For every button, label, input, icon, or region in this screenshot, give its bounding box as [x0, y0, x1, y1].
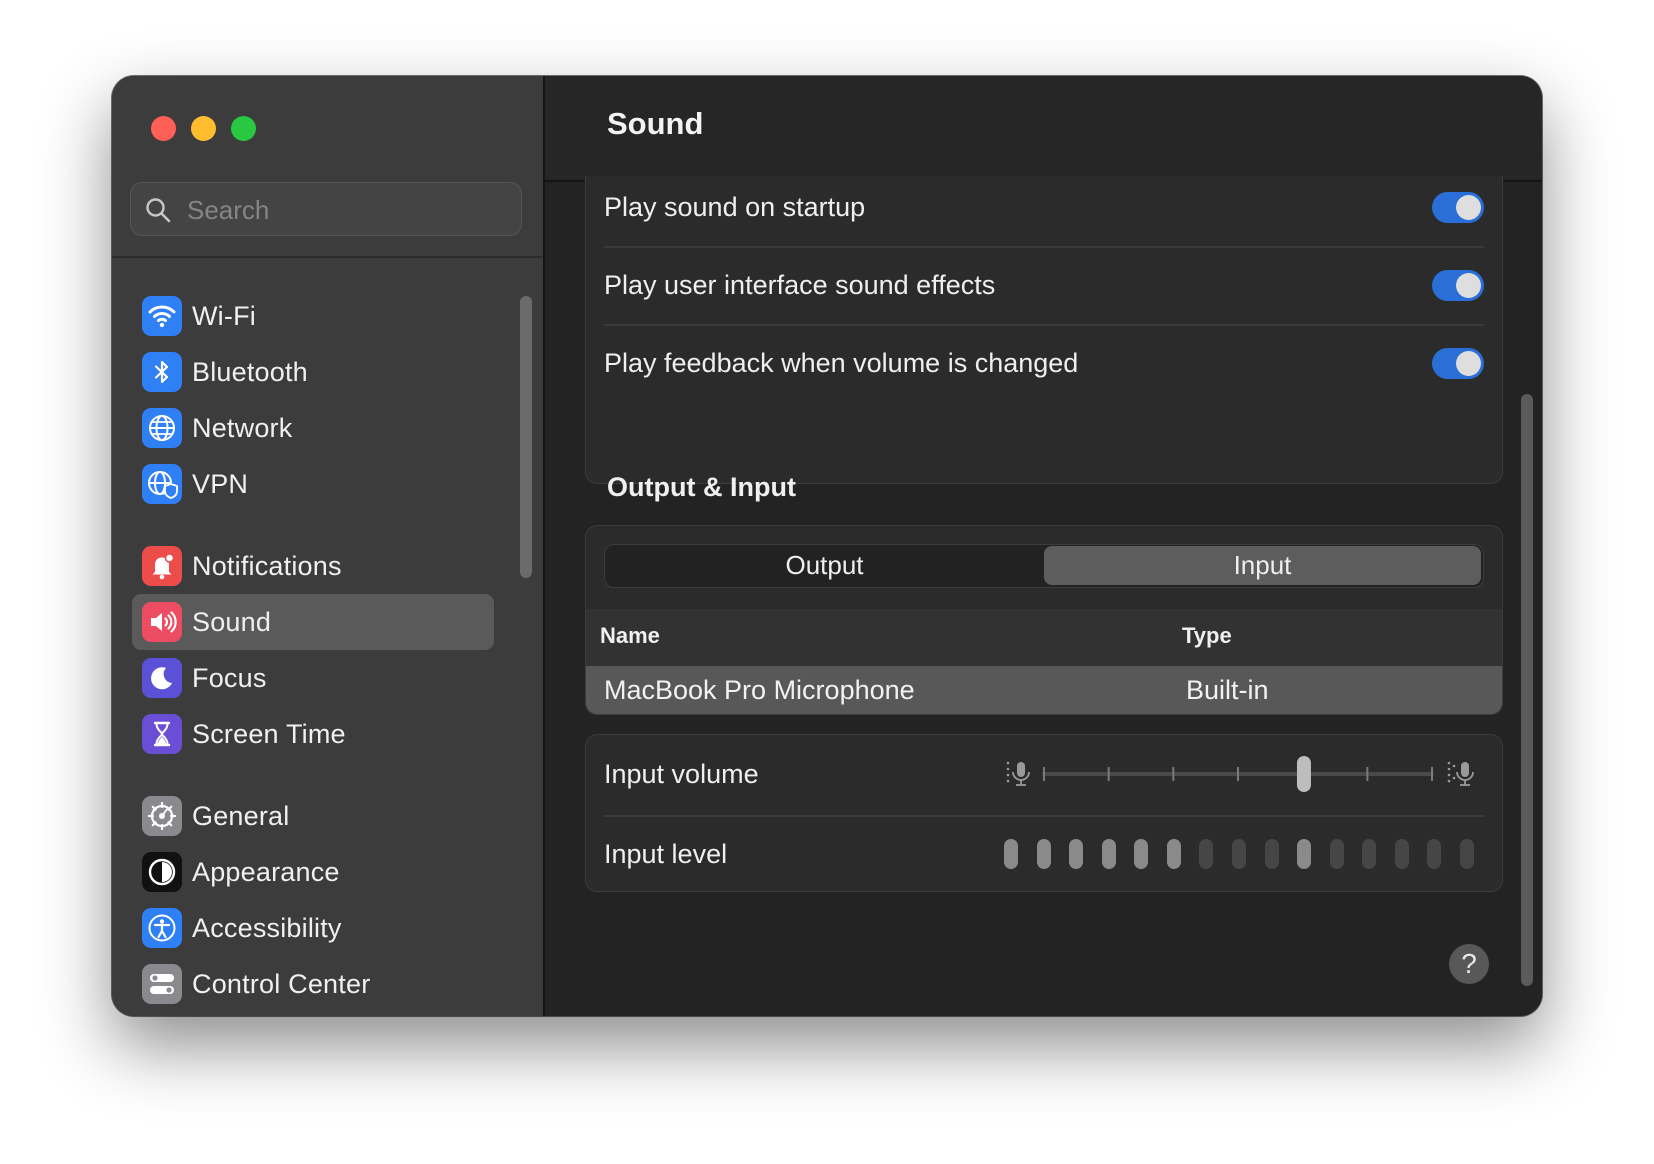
input-level-card: Input volume Input level — [585, 734, 1503, 892]
sidebar-item-sound[interactable]: Sound — [132, 594, 494, 650]
input-level-meter — [1004, 839, 1484, 869]
close-button[interactable] — [151, 116, 176, 141]
volume-feedback-row: Play feedback when volume is changed — [604, 324, 1484, 402]
sidebar: Wi-Fi Bluetooth — [112, 76, 545, 1016]
device-table-header: Name Type — [586, 609, 1502, 666]
ui-sound-effects-label: Play user interface sound effects — [604, 269, 996, 300]
sidebar-item-label: Accessibility — [192, 912, 342, 943]
sidebar-item-appearance[interactable]: Appearance — [132, 844, 494, 900]
level-bar — [1297, 839, 1312, 869]
search-input[interactable] — [185, 183, 509, 237]
column-header-name[interactable]: Name — [600, 623, 660, 649]
sidebar-item-label: General — [192, 800, 290, 831]
sidebar-item-control-center[interactable]: Control Center — [132, 956, 494, 1012]
level-bar — [1101, 839, 1116, 869]
startup-sound-label: Play sound on startup — [604, 191, 866, 222]
level-bar — [1231, 839, 1246, 869]
sidebar-item-focus[interactable]: Focus — [132, 650, 494, 706]
sidebar-list: Wi-Fi Bluetooth Network VPN Notification… — [132, 288, 494, 1012]
device-type: Built-in — [1186, 675, 1269, 705]
ui-sound-effects-row: Play user interface sound effects — [604, 246, 1484, 324]
sidebar-item-screen-time[interactable]: Screen Time — [132, 706, 494, 762]
sidebar-divider — [112, 256, 543, 258]
sidebar-item-label: Screen Time — [192, 718, 346, 749]
ui-sound-effects-toggle[interactable] — [1432, 269, 1484, 301]
sidebar-item-bluetooth[interactable]: Bluetooth — [132, 344, 494, 400]
bell-icon — [142, 546, 182, 586]
input-level-row: Input level — [604, 815, 1484, 893]
level-bar — [1004, 839, 1018, 869]
column-header-type[interactable]: Type — [1182, 623, 1232, 649]
level-bar — [1036, 839, 1051, 869]
sidebar-item-label: Notifications — [192, 550, 342, 581]
output-input-card: Output Input Name Type MacBook Pro Micro… — [585, 525, 1503, 715]
sidebar-item-label: VPN — [192, 468, 249, 499]
level-bar — [1329, 839, 1344, 869]
output-input-heading: Output & Input — [607, 472, 796, 502]
sidebar-item-notifications[interactable]: Notifications — [132, 538, 494, 594]
sidebar-item-label: Bluetooth — [192, 356, 308, 387]
speaker-icon — [142, 602, 182, 642]
input-volume-control — [1004, 754, 1484, 794]
appearance-icon — [142, 852, 182, 892]
sidebar-scrollbar[interactable] — [520, 296, 532, 578]
volume-feedback-toggle[interactable] — [1432, 347, 1484, 379]
control-center-icon — [142, 964, 182, 1004]
level-bar — [1459, 839, 1474, 869]
mic-high-icon — [1447, 761, 1474, 786]
sidebar-item-label: Sound — [192, 606, 272, 637]
level-bar — [1394, 839, 1409, 869]
startup-sound-row: Play sound on startup — [604, 168, 1484, 246]
sidebar-item-label: Control Center — [192, 968, 371, 999]
sidebar-item-label: Appearance — [192, 856, 340, 887]
moon-icon — [142, 658, 182, 698]
sidebar-item-network[interactable]: Network — [132, 400, 494, 456]
output-input-segmented-control: Output Input — [604, 544, 1484, 588]
vpn-globe-icon — [142, 464, 182, 504]
main-pane: Sound Play sound on startup Play user in… — [545, 76, 1542, 1016]
level-bar — [1134, 839, 1149, 869]
hourglass-icon — [142, 714, 182, 754]
bluetooth-icon — [142, 352, 182, 392]
tab-input[interactable]: Input — [1044, 546, 1481, 585]
zoom-button[interactable] — [231, 116, 256, 141]
level-bar — [1427, 839, 1442, 869]
accessibility-icon — [142, 908, 182, 948]
startup-sound-toggle[interactable] — [1432, 191, 1484, 223]
globe-icon — [142, 408, 182, 448]
tab-output[interactable]: Output — [605, 545, 1044, 586]
search-field[interactable] — [130, 182, 522, 237]
settings-window: Wi-Fi Bluetooth — [112, 76, 1542, 1016]
volume-feedback-label: Play feedback when volume is changed — [604, 347, 1079, 378]
sidebar-item-wifi[interactable]: Wi-Fi — [132, 288, 494, 344]
search-icon — [146, 198, 171, 223]
input-volume-slider[interactable] — [1004, 754, 1484, 794]
sidebar-item-accessibility[interactable]: Accessibility — [132, 900, 494, 956]
input-volume-label: Input volume — [604, 758, 759, 789]
gear-icon — [142, 796, 182, 836]
input-volume-row: Input volume — [604, 735, 1484, 813]
sound-effects-card: Play sound on startup Play user interfac… — [585, 176, 1503, 484]
main-scrollbar[interactable] — [1521, 394, 1533, 986]
sidebar-item-label: Focus — [192, 662, 267, 693]
level-bar — [1362, 839, 1377, 869]
toolbar: Sound — [545, 76, 1542, 182]
minimize-button[interactable] — [191, 116, 216, 141]
level-bar — [1199, 839, 1214, 869]
sidebar-item-label: Network — [192, 412, 293, 443]
help-button[interactable]: ? — [1449, 944, 1489, 984]
sidebar-item-vpn[interactable]: VPN — [132, 456, 494, 512]
table-row[interactable]: MacBook Pro Microphone Built-in — [586, 666, 1502, 714]
level-bar — [1264, 839, 1279, 869]
wifi-icon — [142, 296, 182, 336]
input-level-label: Input level — [604, 838, 728, 869]
sidebar-item-general[interactable]: General — [132, 788, 494, 844]
device-name: MacBook Pro Microphone — [604, 675, 915, 705]
mic-low-icon — [1006, 761, 1030, 786]
level-bar — [1166, 839, 1181, 869]
page-title: Sound — [607, 106, 704, 141]
sidebar-item-label: Wi-Fi — [192, 300, 256, 331]
level-bar — [1069, 839, 1084, 869]
input-volume-slider-knob[interactable] — [1296, 756, 1311, 792]
